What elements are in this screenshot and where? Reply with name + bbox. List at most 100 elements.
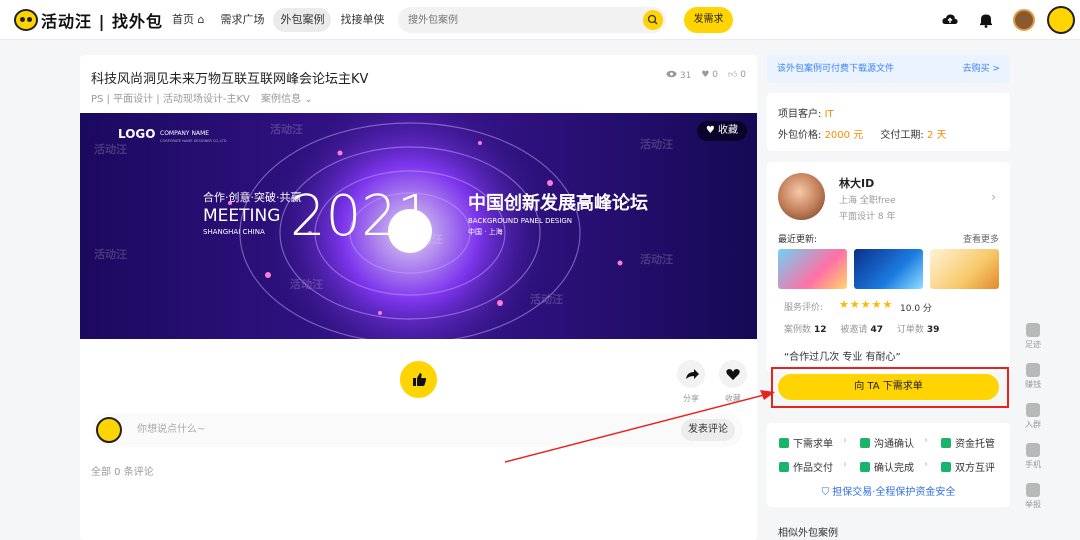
pencil-icon [779,438,789,448]
commenter-avatar [96,417,122,443]
case-stats: 31 ♥ 0 👍︎ 0 [656,70,746,81]
thumbs-up-icon [413,373,427,386]
chevron-right-icon: › [924,435,928,446]
case-tag-text: PS | 平面设计 | 活动现场设计-主KV [91,94,250,105]
heart-icon [726,369,740,380]
price-value: 2000 元 [824,130,864,141]
paw-icon [1026,323,1040,337]
chat-icon [860,438,870,448]
nav-home[interactable]: 首页 ⌂ [165,8,211,32]
banner-headline: 中国创新发展高峰论坛 [468,192,648,214]
case-count: 12 [814,325,827,335]
banner-company-sub: CORPORATE NAME DESIGNER CO.,LTD [160,139,227,143]
banner-slogan: 合作·创意·突破·共赢 [203,190,302,204]
cloud-upload-icon[interactable] [941,11,959,29]
period-value: 2 天 [926,130,947,141]
flow-step: 资金托管 [941,435,995,450]
designer-profile-card: 林大ID 上海 全职free 平面设计 8 年 › 最近更新: 查看更多 服务评… [767,162,1010,372]
report-button[interactable]: 举报 [1020,483,1046,510]
buy-link[interactable]: 去购买 > [963,55,1000,83]
money-bag-icon [941,438,951,448]
main-nav: 首页 ⌂ 需求广场 外包案例 找接单侠 [165,8,393,32]
score-value: 10.0 分 [900,304,932,314]
case-tags: PS | 平面设计 | 活动现场设计-主KV 案例信息 ⌄ [91,90,313,105]
like-button[interactable] [400,361,437,398]
designer-location: 上海 全职free [839,196,896,206]
client-value: IT [824,109,834,120]
case-info-toggle[interactable]: 案例信息 ⌄ [261,94,313,105]
site-logo[interactable]: 活动汪 | 找外包 [14,8,163,32]
search-button[interactable] [643,10,663,30]
banner-location: SHANGHAI CHINA [203,228,265,236]
nav-outsource-cases[interactable]: 外包案例 [273,8,332,32]
client-row: 项目客户: IT [778,109,834,120]
recent-work-thumb[interactable] [930,249,999,289]
user-avatar[interactable] [1047,6,1075,34]
join-group-button[interactable]: 入群 [1020,403,1046,430]
case-detail-card: 科技风尚洞见未来万物互联互联网峰会论坛主KV 31 ♥ 0 👍︎ 0 PS | … [80,55,757,540]
invited-count: 47 [870,325,883,335]
star-icon [941,462,951,472]
flow-step: 确认完成 [860,459,914,474]
chevron-right-icon[interactable]: › [991,190,996,204]
footprint-button[interactable]: 足迹 [1020,323,1046,350]
banner-sub-cn: 中国 · 上海 [468,227,503,236]
qr-code-icon [1026,443,1040,457]
share-label: 分享 [683,394,699,403]
case-banner-image: LOGO COMPANY NAME CORPORATE NAME DESIGNE… [80,113,757,339]
comment-input[interactable]: 你想说点什么~ [137,413,205,447]
watermark: 活动汪 [410,232,443,246]
designer-avatar[interactable] [778,173,825,220]
nav-find-freelancer[interactable]: 找接单侠 [333,8,391,32]
designer-name[interactable]: 林大ID [839,175,874,191]
designer-counts: 案例数 12 被邀请 47 订单数 39 [784,325,940,335]
designer-quote: “合作过几次 专业 有耐心” [784,352,901,363]
order-count: 39 [926,325,940,335]
money-bag-icon [1026,363,1040,377]
watermark: 活动汪 [290,277,323,291]
earn-button[interactable]: 赚钱 [1020,363,1046,390]
banner-meeting: MEETING [203,206,280,226]
top-header: 活动汪 | 找外包 首页 ⌂ 需求广场 外包案例 找接单侠 发需求 [0,0,1080,40]
heart-icon: ♥ [705,125,715,136]
delivery-icon [779,462,789,472]
comment-box: 你想说点什么~ 发表评论 [92,413,743,447]
banner-artwork: LOGO COMPANY NAME CORPORATE NAME DESIGNE… [80,113,757,339]
designer-experience: 平面设计 8 年 [839,212,896,222]
share-icon [686,369,699,379]
search-bar [398,7,666,33]
recent-label: 最近更新: [778,235,818,245]
watermark: 活动汪 [640,252,673,266]
chevron-right-icon: › [924,459,928,470]
eye-icon [666,70,677,78]
search-input[interactable] [408,7,628,33]
bell-icon[interactable] [977,11,995,29]
view-more-link[interactable]: 查看更多 [963,232,999,245]
watermark: 活动汪 [640,137,673,151]
recent-work-thumb[interactable] [778,249,847,289]
flow-step: 下需求单 [779,435,833,450]
banner-company: COMPANY NAME [160,130,209,137]
mobile-button[interactable]: 手机 [1020,443,1046,470]
check-icon [860,462,870,472]
post-demand-button[interactable]: 发需求 [684,7,733,33]
nav-demand-square[interactable]: 需求广场 [213,8,271,32]
collect-button[interactable] [719,360,747,388]
banner-sub-en: BACKGROUND PANEL DESIGN [468,217,572,225]
comment-count: 全部 0 条评论 [91,467,154,478]
recent-work-thumb[interactable] [854,249,923,289]
watermark: 活动汪 [530,292,563,306]
score-label: 服务评价: [784,303,824,313]
views-count: 31 [666,70,691,81]
flow-step: 沟通确认 [860,435,914,450]
share-button[interactable] [677,360,705,388]
rating-stars: ★★★★★ [839,298,894,311]
order-flow-card: 下需求单 › 沟通确认 › 资金托管 作品交付 › 确认完成 › 双方互评 ⛉ … [767,423,1010,507]
similar-cases-title: 相似外包案例 [778,528,838,539]
level-badge-icon[interactable] [1013,9,1035,31]
submit-comment-button[interactable]: 发表评论 [681,419,735,441]
watermark: 活动汪 [270,122,303,136]
banner-collect-button[interactable]: ♥ 收藏 [696,121,747,141]
collect-label: 收藏 [725,394,741,403]
banner-logo: LOGO [118,127,155,141]
